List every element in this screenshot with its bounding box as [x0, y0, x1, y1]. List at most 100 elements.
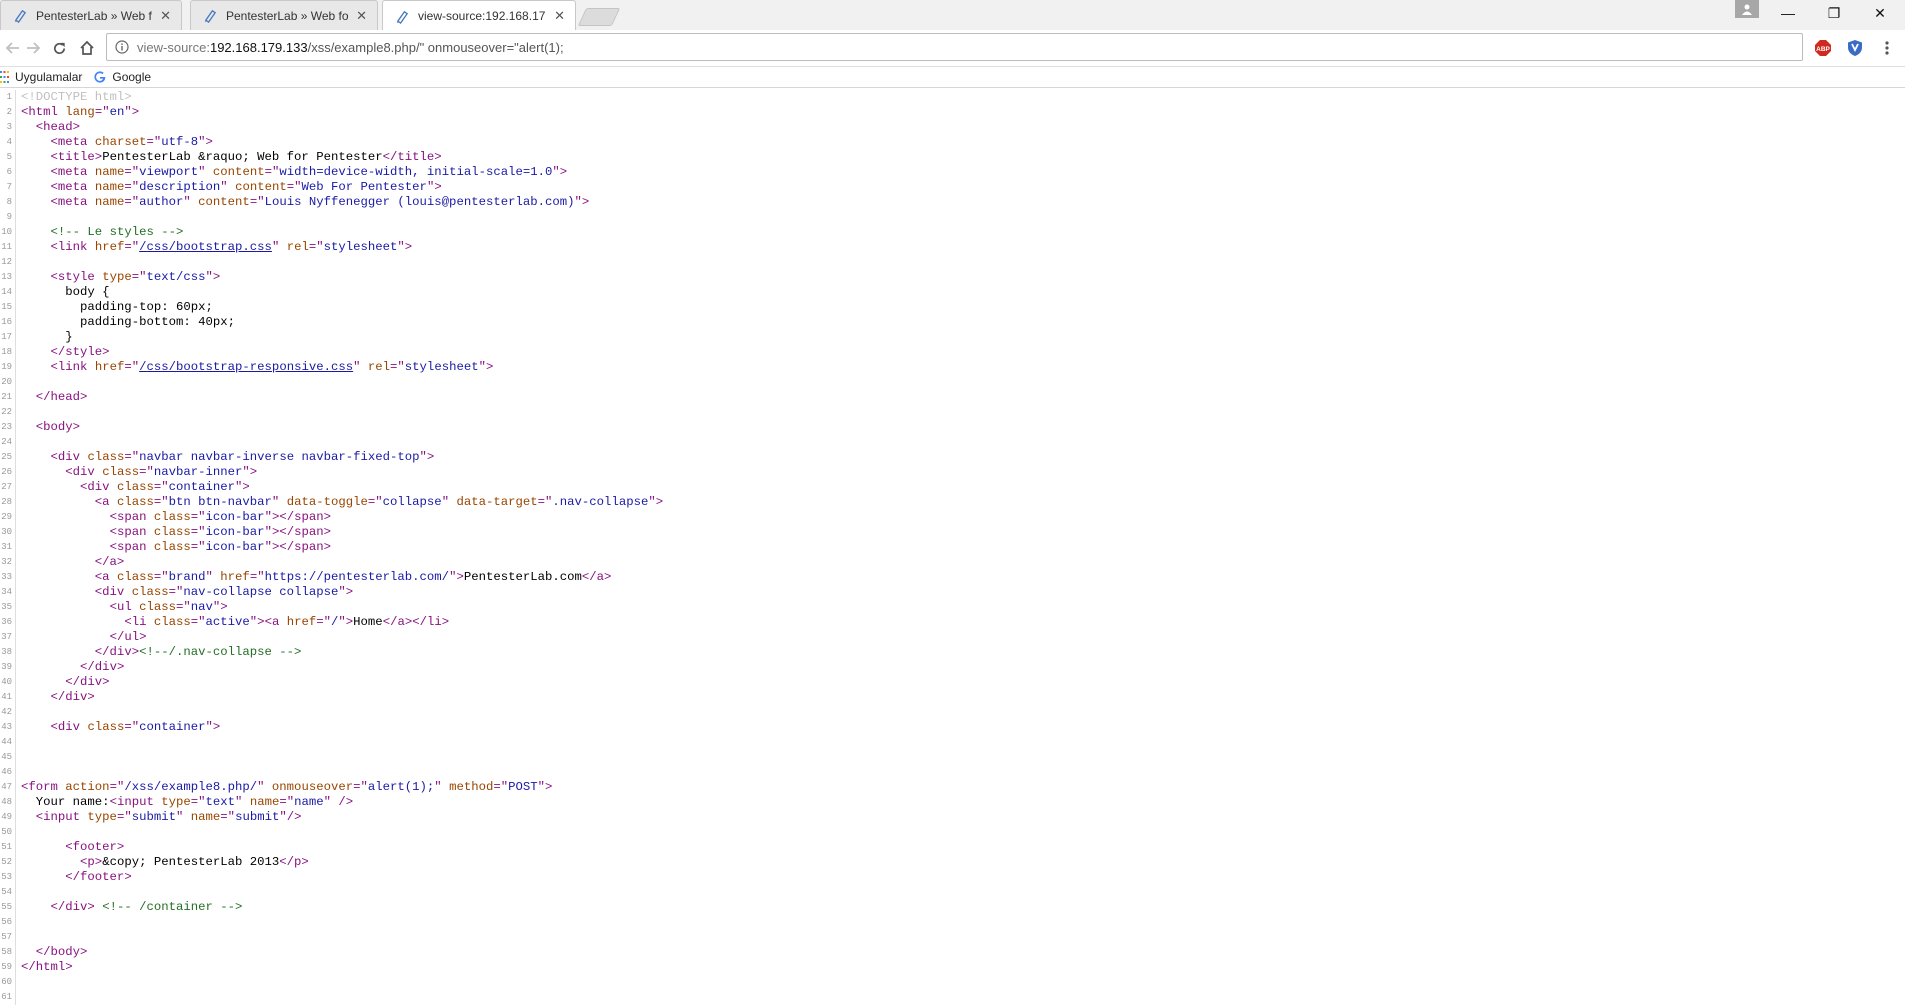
bookmark-apps[interactable]: Uygulamalar: [0, 70, 82, 84]
tab-pentesterlab-1[interactable]: PentesterLab » Web for P ✕: [0, 0, 182, 30]
source-code: <link href="/css/bootstrap.css" rel="sty…: [21, 240, 413, 255]
source-code: </div>: [21, 675, 110, 690]
source-link[interactable]: /css/bootstrap-responsive.css: [139, 360, 353, 374]
gutter-divider: [15, 555, 16, 570]
source-code: <body>: [21, 420, 80, 435]
source-token: =": [153, 570, 169, 584]
bookmark-google[interactable]: Google: [94, 70, 151, 84]
line-number: 12: [1, 257, 12, 267]
source-line: 4 <meta charset="utf-8">: [0, 135, 1905, 150]
source-line: 56: [0, 915, 1905, 930]
source-line: 23 <body>: [0, 420, 1905, 435]
source-code: <form action="/xss/example8.php/" onmous…: [21, 780, 552, 795]
source-token: ">: [574, 195, 590, 209]
source-token: ">: [478, 360, 494, 374]
line-number: 30: [1, 527, 12, 537]
source-token: [21, 240, 51, 254]
source-code: <!DOCTYPE html>: [21, 90, 132, 105]
source-token: action: [65, 780, 110, 794]
source-line: 33 <a class="brand" href="https://pentes…: [0, 570, 1905, 585]
source-token: ">: [338, 585, 354, 599]
source-line: 36 <li class="active"><a href="/">Home</…: [0, 615, 1905, 630]
source-token: [21, 360, 51, 374]
gutter-divider: [15, 855, 16, 870]
tab-close-icon[interactable]: ✕: [554, 8, 565, 24]
source-token: href: [220, 570, 250, 584]
source-token: stylesheet: [404, 360, 479, 374]
source-token: stylesheet: [323, 240, 398, 254]
source-token: Web For Pentester: [301, 180, 427, 194]
tab-pentesterlab-2[interactable]: PentesterLab » Web for P ✕: [190, 0, 378, 30]
source-token: <input: [109, 795, 162, 809]
line-number: 23: [1, 422, 12, 432]
line-number: 55: [1, 902, 12, 912]
source-token: content: [212, 165, 265, 179]
source-token: =": [493, 780, 509, 794]
source-code: <li class="active"><a href="/">Home</a><…: [21, 615, 449, 630]
shield-extension[interactable]: [1845, 38, 1865, 58]
source-token: ">: [648, 495, 664, 509]
restore-button[interactable]: ❐: [1811, 0, 1857, 26]
source-token: </div>: [65, 675, 110, 689]
source-token: btn btn-navbar: [168, 495, 272, 509]
source-line: 53 </footer>: [0, 870, 1905, 885]
source-token: <div: [80, 480, 117, 494]
source-token: "></span>: [264, 525, 331, 539]
line-number: 47: [1, 782, 12, 792]
source-token: <ul: [109, 600, 140, 614]
source-token: =": [94, 105, 110, 119]
forward-button[interactable]: [20, 36, 46, 60]
line-number: 28: [1, 497, 12, 507]
line-number: 52: [1, 857, 12, 867]
address-bar[interactable]: view-source: 192.168.179.133/xss/example8…: [106, 33, 1803, 61]
reload-button[interactable]: [46, 36, 72, 60]
gutter-divider: [15, 510, 16, 525]
adblock-plus-extension[interactable]: ABP: [1813, 38, 1833, 58]
tab-view-source[interactable]: view-source:192.168.179 ✕: [382, 0, 576, 31]
source-token: =": [124, 360, 140, 374]
gutter-divider: [15, 525, 16, 540]
source-token: <meta: [50, 195, 95, 209]
source-line: 16 padding-bottom: 40px;: [0, 315, 1905, 330]
source-token: <link: [50, 360, 95, 374]
source-token: [21, 945, 36, 959]
source-token: </html>: [21, 960, 73, 974]
source-line: 58 </body>: [0, 945, 1905, 960]
menu-button[interactable]: [1877, 38, 1897, 58]
source-code: <meta name="author" content="Louis Nyffe…: [21, 195, 590, 210]
line-number: 24: [1, 437, 12, 447]
line-number: 26: [1, 467, 12, 477]
profile-button[interactable]: [1735, 0, 1759, 18]
source-link[interactable]: /css/bootstrap.css: [139, 240, 272, 254]
source-line: 48 Your name:<input type="text" name="na…: [0, 795, 1905, 810]
source-token: </ul>: [109, 630, 147, 644]
source-token: =": [176, 600, 191, 614]
source-token: =": [279, 795, 295, 809]
source-line: 22: [0, 405, 1905, 420]
source-token: data-target: [456, 495, 538, 509]
source-token: width=device-width, initial-scale=1.0: [279, 165, 553, 179]
site-info-icon[interactable]: [115, 40, 129, 54]
source-token: class: [87, 720, 125, 734]
source-token: POST: [508, 780, 538, 794]
home-button[interactable]: [74, 36, 100, 60]
gutter-divider: [15, 810, 16, 825]
gutter-divider: [15, 630, 16, 645]
source-line: 8 <meta name="author" content="Louis Nyf…: [0, 195, 1905, 210]
line-number: 51: [1, 842, 12, 852]
gutter-divider: [15, 765, 16, 780]
source-token: rel: [367, 360, 391, 374]
source-token: =": [168, 585, 184, 599]
source-token: <div: [50, 450, 88, 464]
source-token: nav-collapse collapse: [183, 585, 339, 599]
source-token: <div: [50, 720, 88, 734]
close-window-button[interactable]: ✕: [1857, 0, 1903, 26]
tab-close-icon[interactable]: ✕: [356, 8, 367, 24]
source-token: ">: [338, 615, 354, 629]
tab-close-icon[interactable]: ✕: [160, 8, 171, 24]
minimize-button[interactable]: —: [1765, 0, 1811, 26]
source-token: =": [286, 180, 302, 194]
line-number: 8: [6, 197, 12, 207]
new-tab-button[interactable]: [577, 8, 621, 26]
source-code: </footer>: [21, 870, 131, 885]
